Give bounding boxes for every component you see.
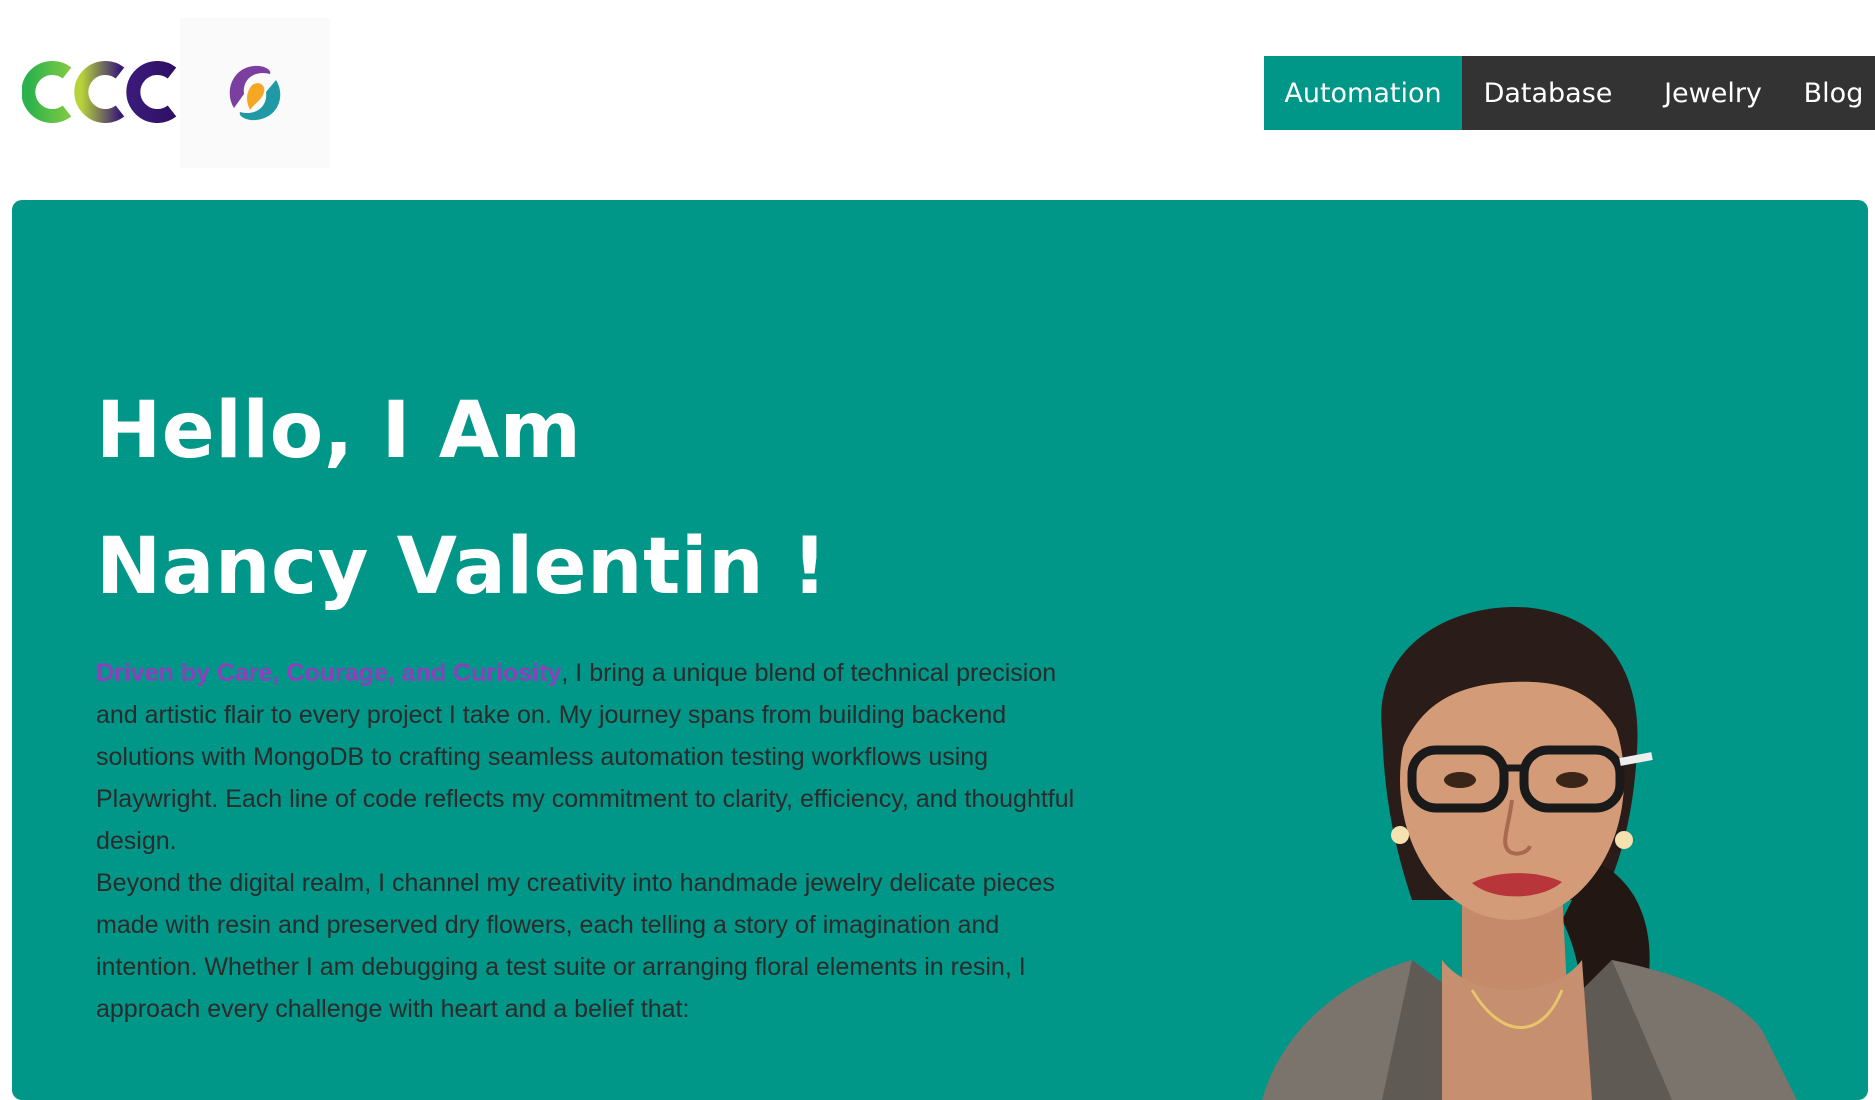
bio-text: Driven by Care, Courage, and Curiosity, … — [96, 652, 1086, 1030]
nav-item-jewelry[interactable]: Jewelry — [1634, 56, 1792, 130]
hero-name: Nancy Valentin ! — [96, 522, 828, 612]
nav-item-database[interactable]: Database — [1462, 56, 1634, 130]
nav-item-automation[interactable]: Automation — [1264, 56, 1462, 130]
bio-paragraph-1: Driven by Care, Courage, and Curiosity, … — [96, 652, 1086, 862]
hero-section: Hello, I Am Nancy Valentin ! Driven by C… — [12, 200, 1868, 1100]
bio-highlight: Driven by Care, Courage, and Curiosity — [96, 659, 562, 687]
bio-paragraph-2: Beyond the digital realm, I channel my c… — [96, 869, 1055, 1023]
ccc-logo[interactable] — [22, 52, 177, 132]
profile-photo — [1262, 600, 1797, 1100]
hero-greeting: Hello, I Am — [96, 386, 582, 476]
heart-hands-icon — [180, 18, 330, 168]
main-nav: Automation Database Jewelry Blog — [1264, 56, 1875, 130]
bio-paragraph-1-text: , I bring a unique blend of technical pr… — [96, 659, 1075, 855]
site-header: Automation Database Jewelry Blog — [0, 0, 1875, 190]
nav-item-blog[interactable]: Blog — [1792, 56, 1875, 130]
